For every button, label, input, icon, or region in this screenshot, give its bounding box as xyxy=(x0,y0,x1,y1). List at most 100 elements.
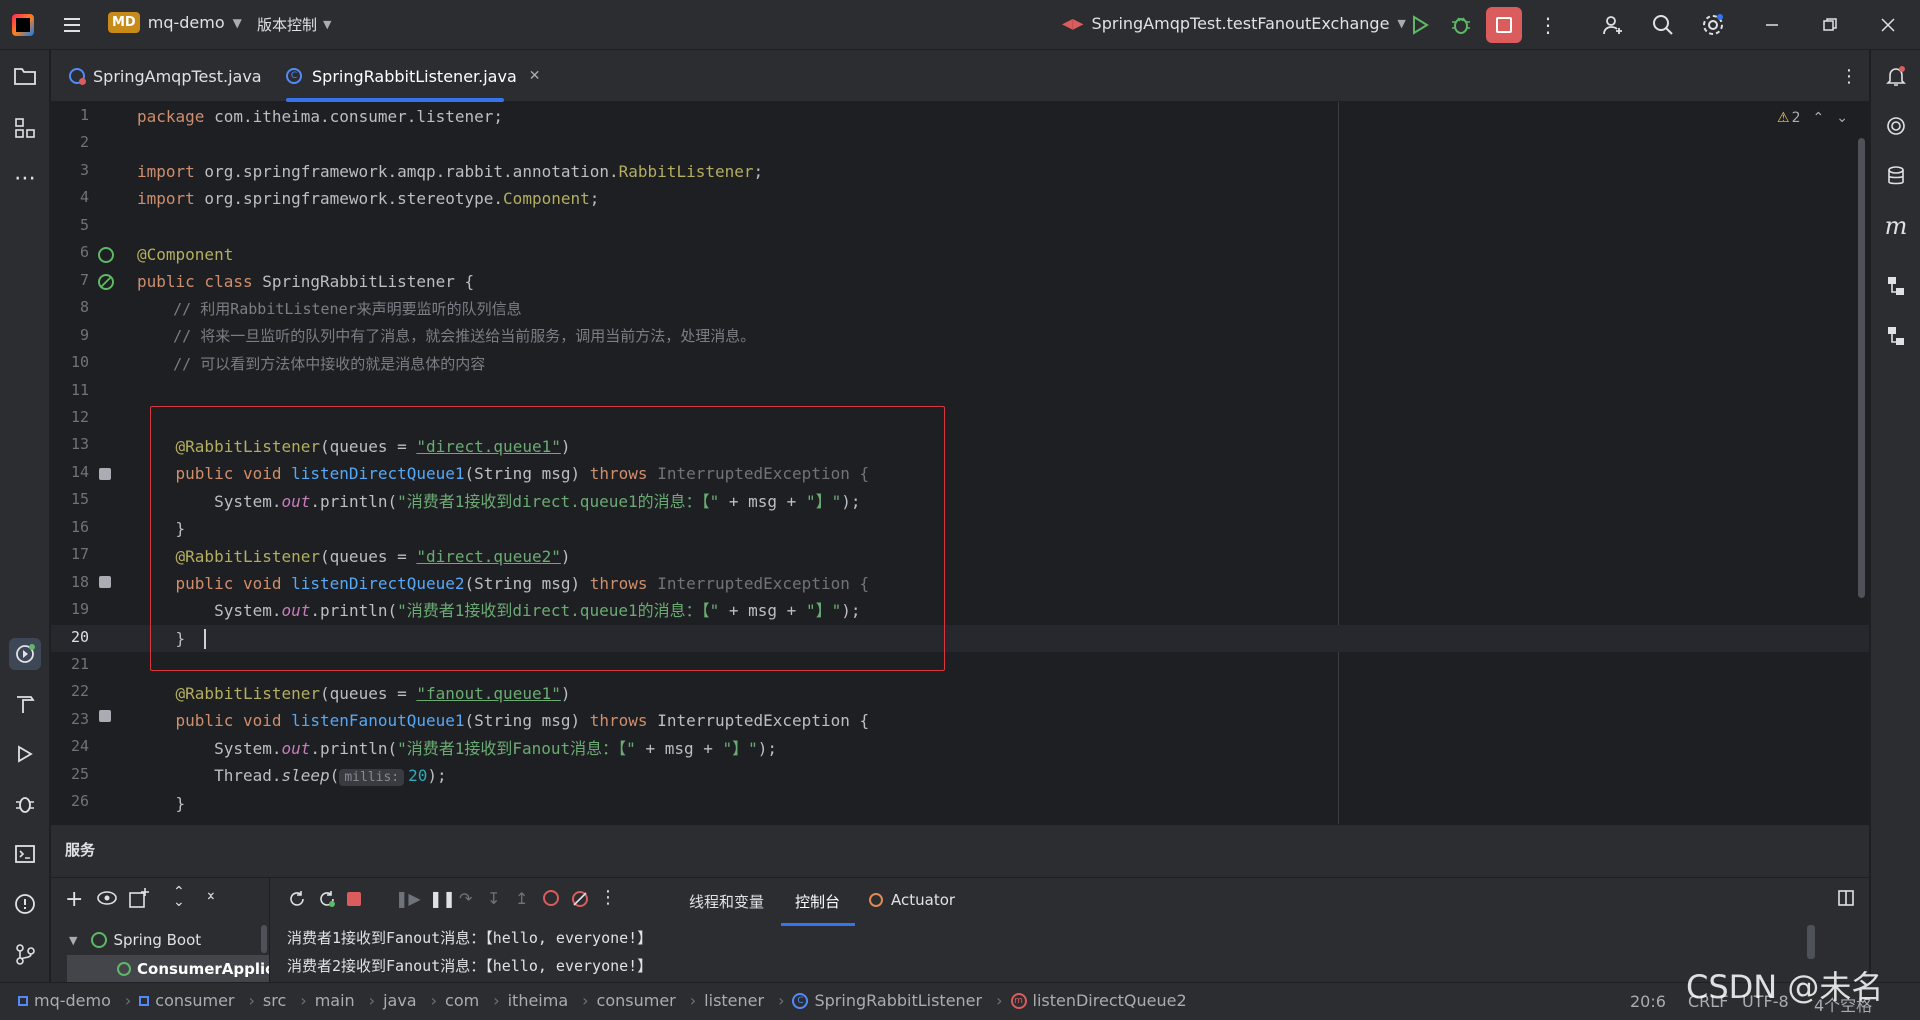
line-number: 5 xyxy=(79,215,89,234)
method-marker-icon[interactable] xyxy=(99,468,111,480)
breadcrumb-method[interactable]: m listenDirectQueue2 xyxy=(1010,991,1187,1010)
hierarchy-icon[interactable] xyxy=(1880,320,1912,352)
chevron-down-icon: ▼ xyxy=(232,15,242,30)
close-icon[interactable] xyxy=(1878,15,1898,35)
services-icon[interactable] xyxy=(9,638,41,670)
tree-item-consumer-application[interactable]: ConsumerApplica xyxy=(67,955,269,983)
intellij-logo-icon[interactable] xyxy=(12,14,34,36)
line-number: 24 xyxy=(70,737,89,756)
breadcrumb-folder[interactable]: main xyxy=(315,991,355,1010)
code-token: (queues = xyxy=(320,684,417,703)
project-selector[interactable]: MD mq-demo ▼ xyxy=(108,12,242,33)
structure-diagram-icon[interactable] xyxy=(1880,270,1912,302)
code-token: System. xyxy=(137,739,282,758)
breadcrumb-folder[interactable]: src xyxy=(263,991,286,1010)
chevron-down-icon[interactable]: ⌄ xyxy=(1836,110,1848,126)
code-token: ) xyxy=(560,437,571,456)
layout-toggle-icon[interactable] xyxy=(1837,889,1855,911)
view-breakpoints-icon[interactable] xyxy=(543,890,559,906)
more-actions-icon[interactable]: ⋮ xyxy=(1538,13,1558,37)
tab-springrabbitlistener[interactable]: C SpringRabbitListener.java ✕ xyxy=(286,50,540,102)
settings-gear-icon[interactable] xyxy=(1700,12,1726,38)
add-user-icon[interactable] xyxy=(1600,12,1626,38)
expand-all-icon[interactable]: ⌃ ⌄ xyxy=(173,885,185,909)
breadcrumb-package[interactable]: consumer xyxy=(597,991,676,1010)
structure-icon[interactable] xyxy=(9,112,41,144)
tab-actuator[interactable]: Actuator xyxy=(869,891,955,909)
stop-button[interactable] xyxy=(1486,7,1522,43)
tab-springamqptest[interactable]: SpringAmqpTest.java xyxy=(69,50,262,102)
git-icon[interactable] xyxy=(9,938,41,970)
add-service-icon[interactable]: + xyxy=(65,887,83,912)
vcs-menu[interactable]: 版本控制 ▼ xyxy=(257,14,331,35)
eye-icon[interactable] xyxy=(96,889,118,911)
resume-icon[interactable]: ❚▶ xyxy=(395,889,421,908)
rerun-failed-icon[interactable] xyxy=(317,889,337,913)
collapse-all-icon[interactable]: ⌄ ⌃ xyxy=(205,885,217,909)
tab-close-icon[interactable]: ✕ xyxy=(529,68,541,84)
code-line-7: public class SpringRabbitListener { xyxy=(137,268,474,295)
database-icon[interactable] xyxy=(1880,160,1912,192)
restore-icon[interactable] xyxy=(1820,15,1840,35)
caret-position[interactable]: 20:6 xyxy=(1630,992,1666,1011)
line-number: 4 xyxy=(79,188,89,207)
notifications-bell-icon[interactable] xyxy=(1880,60,1912,92)
tab-options-icon[interactable]: ⋮ xyxy=(1839,64,1859,88)
code-token: ; xyxy=(589,189,600,208)
maven-icon[interactable]: m xyxy=(1880,210,1912,242)
code-token: ) xyxy=(560,684,571,703)
breadcrumb-module[interactable]: mq-demo xyxy=(18,991,111,1010)
code-editor[interactable]: ⚠ 2 ⌃ ⌄ 1 2 3 4 5 6 7 8 9 10 11 12 13 14 15 16 17 18 19 20 2… xyxy=(51,102,1869,824)
problems-icon[interactable] xyxy=(9,888,41,920)
code-token: (String msg) xyxy=(464,464,590,483)
code-token: throws xyxy=(589,464,658,483)
tab-threads-variables[interactable]: 线程和变量 xyxy=(689,891,764,912)
rerun-icon[interactable] xyxy=(287,889,307,913)
breadcrumb-package[interactable]: itheima xyxy=(508,991,569,1010)
debug-tool-icon[interactable] xyxy=(9,788,41,820)
code-token: out xyxy=(281,739,311,758)
tab-console[interactable]: 控制台 xyxy=(795,891,840,912)
breadcrumb-folder[interactable]: java xyxy=(383,991,417,1010)
breadcrumb-separator: › xyxy=(430,991,438,1010)
tree-scrollbar[interactable] xyxy=(261,925,267,953)
breadcrumb-module[interactable]: consumer xyxy=(139,991,235,1010)
line-number: 16 xyxy=(70,517,89,536)
breadcrumb-package[interactable]: listener xyxy=(704,991,764,1010)
ai-assistant-icon[interactable] xyxy=(1880,110,1912,142)
mute-breakpoints-icon[interactable] xyxy=(571,890,589,912)
method-marker-icon[interactable] xyxy=(99,710,111,722)
terminal-icon[interactable] xyxy=(9,838,41,870)
main-menu-icon[interactable] xyxy=(62,15,82,35)
run-icon[interactable] xyxy=(1408,13,1432,37)
breadcrumb-class[interactable]: C SpringRabbitListener xyxy=(792,991,982,1010)
new-group-icon[interactable] xyxy=(128,887,150,913)
tree-item-spring-boot[interactable]: ▼ Spring Boot xyxy=(69,931,201,949)
stop-service-icon[interactable] xyxy=(347,892,361,906)
debug-icon[interactable] xyxy=(1449,13,1473,37)
search-icon[interactable] xyxy=(1650,12,1676,38)
minimize-icon[interactable] xyxy=(1762,15,1782,35)
breadcrumb-package[interactable]: com xyxy=(445,991,479,1010)
test-config-icon: ◀▶ xyxy=(1062,15,1084,32)
spring-bean-icon[interactable] xyxy=(98,247,114,263)
method-marker-icon[interactable] xyxy=(99,576,111,588)
spring-bean-icon[interactable] xyxy=(98,274,114,290)
run-tool-icon[interactable] xyxy=(9,738,41,770)
more-console-icon[interactable]: ⋮ xyxy=(599,887,617,908)
project-folder-icon[interactable] xyxy=(9,60,41,92)
run-config-selector[interactable]: ◀▶ SpringAmqpTest.testFanoutExchange ▼ xyxy=(1062,14,1406,33)
breadcrumb-separator: › xyxy=(368,991,376,1010)
inspection-widget[interactable]: ⚠ 2 ⌃ ⌄ xyxy=(1777,110,1848,126)
console-line: 消费者1接收到Fanout消息：【hello, everyone!】 xyxy=(287,929,653,947)
scrollbar-thumb[interactable] xyxy=(1858,138,1865,598)
pause-icon[interactable]: ❚❚ xyxy=(429,889,456,908)
chevron-up-icon[interactable]: ⌃ xyxy=(1812,110,1824,126)
build-hammer-icon[interactable] xyxy=(9,688,41,720)
code-token: (String msg) xyxy=(464,711,590,730)
code-token: InterruptedException { xyxy=(657,711,870,730)
more-tool-windows-icon[interactable]: ⋯ xyxy=(9,162,41,194)
code-token: ) xyxy=(560,547,571,566)
line-number: 18 xyxy=(70,572,89,591)
console-scrollbar[interactable] xyxy=(1807,925,1815,959)
